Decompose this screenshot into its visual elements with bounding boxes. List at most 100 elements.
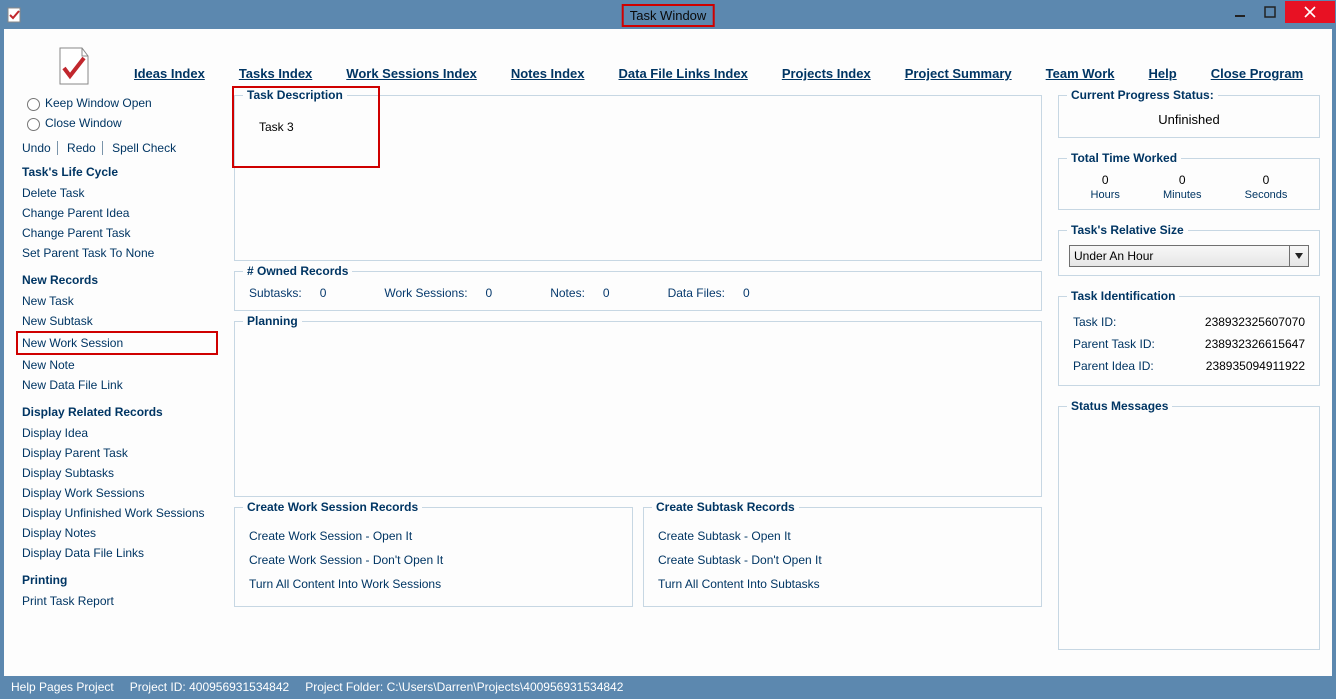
- display-data-file-links[interactable]: Display Data File Links: [22, 543, 218, 563]
- data-files-count: 0: [743, 286, 750, 300]
- parent-task-id-label: Parent Task ID:: [1073, 337, 1155, 351]
- task-description-panel: Task Description Task 3: [234, 95, 1042, 261]
- relative-size-value: Under An Hour: [1074, 249, 1153, 263]
- change-parent-task[interactable]: Change Parent Task: [22, 223, 218, 243]
- time-legend: Total Time Worked: [1067, 151, 1181, 165]
- close-window-label: Close Window: [45, 116, 122, 130]
- hours-label: Hours: [1091, 189, 1120, 201]
- print-task-report[interactable]: Print Task Report: [22, 591, 218, 611]
- parent-idea-id-value: 238935094911922: [1206, 359, 1305, 373]
- status-messages-legend: Status Messages: [1067, 399, 1172, 413]
- status-messages-panel: Status Messages: [1058, 406, 1320, 650]
- progress-status-value: Unfinished: [1069, 110, 1309, 129]
- menu-ideas-index[interactable]: Ideas Index: [134, 66, 205, 81]
- change-parent-idea[interactable]: Change Parent Idea: [22, 203, 218, 223]
- relative-size-select[interactable]: Under An Hour: [1069, 245, 1309, 267]
- chevron-down-icon: [1289, 246, 1308, 266]
- window-title-highlight: Task Window: [622, 4, 715, 27]
- turn-content-st[interactable]: Turn All Content Into Subtasks: [656, 572, 1029, 596]
- menu-help[interactable]: Help: [1149, 66, 1177, 81]
- maximize-button[interactable]: [1255, 1, 1285, 23]
- menu-notes-index[interactable]: Notes Index: [511, 66, 585, 81]
- create-st-dont-open[interactable]: Create Subtask - Don't Open It: [656, 548, 1029, 572]
- footer-project-folder-label: Project Folder:: [305, 680, 383, 694]
- window-title: Task Window: [630, 8, 707, 23]
- new-work-session[interactable]: New Work Session: [16, 331, 218, 355]
- close-window-button[interactable]: [1285, 1, 1335, 23]
- data-files-label: Data Files:: [668, 286, 725, 300]
- seconds-label: Seconds: [1245, 189, 1288, 201]
- task-identification-panel: Task Identification Task ID:238932325607…: [1058, 296, 1320, 386]
- display-work-sessions[interactable]: Display Work Sessions: [22, 483, 218, 503]
- parent-task-id-value: 238932326615647: [1205, 337, 1305, 351]
- spell-check-button[interactable]: Spell Check: [112, 141, 182, 155]
- size-legend: Task's Relative Size: [1067, 223, 1188, 237]
- hours-value: 0: [1091, 173, 1120, 187]
- task-id-value: 238932325607070: [1205, 315, 1305, 329]
- titlebar: Task Window: [1, 1, 1335, 29]
- menu-close-program[interactable]: Close Program: [1211, 66, 1303, 81]
- create-ws-legend: Create Work Session Records: [243, 500, 422, 514]
- create-ws-dont-open[interactable]: Create Work Session - Don't Open It: [247, 548, 620, 572]
- redo-button[interactable]: Redo: [67, 141, 103, 155]
- new-data-file-link[interactable]: New Data File Link: [22, 375, 218, 395]
- new-subtask[interactable]: New Subtask: [22, 311, 218, 331]
- seconds-value: 0: [1245, 173, 1288, 187]
- work-sessions-count: 0: [486, 286, 493, 300]
- set-parent-none[interactable]: Set Parent Task To None: [22, 243, 218, 263]
- subtasks-count: 0: [320, 286, 327, 300]
- task-id-label: Task ID:: [1073, 315, 1116, 329]
- keep-window-open-label: Keep Window Open: [45, 96, 152, 110]
- time-worked-panel: Total Time Worked 0Hours 0Minutes 0Secon…: [1058, 158, 1320, 210]
- lifecycle-heading: Task's Life Cycle: [22, 165, 218, 179]
- task-description-legend: Task Description: [243, 88, 347, 102]
- planning-panel[interactable]: Planning: [234, 321, 1042, 497]
- owned-records-legend: # Owned Records: [243, 264, 352, 278]
- task-description-text[interactable]: Task 3: [259, 120, 1027, 134]
- display-parent-task[interactable]: Display Parent Task: [22, 443, 218, 463]
- work-sessions-label: Work Sessions:: [384, 286, 467, 300]
- minutes-value: 0: [1163, 173, 1202, 187]
- new-task[interactable]: New Task: [22, 291, 218, 311]
- app-logo: [52, 46, 92, 86]
- new-note[interactable]: New Note: [22, 355, 218, 375]
- footer-project-id: 400956931534842: [189, 680, 289, 694]
- notes-count: 0: [603, 286, 610, 300]
- footer-project-id-label: Project ID:: [130, 680, 186, 694]
- app-icon: [7, 7, 23, 23]
- minimize-button[interactable]: [1225, 1, 1255, 23]
- footer-help-pages[interactable]: Help Pages Project: [11, 680, 114, 694]
- menu-work-sessions[interactable]: Work Sessions Index: [346, 66, 477, 81]
- minutes-label: Minutes: [1163, 189, 1202, 201]
- planning-legend: Planning: [243, 314, 302, 328]
- create-work-session-panel: Create Work Session Records Create Work …: [234, 507, 633, 607]
- close-window-radio[interactable]: Close Window: [22, 115, 218, 131]
- owned-records-panel: # Owned Records Subtasks:0 Work Sessions…: [234, 271, 1042, 311]
- create-st-legend: Create Subtask Records: [652, 500, 799, 514]
- relative-size-panel: Task's Relative Size Under An Hour: [1058, 230, 1320, 276]
- menu-projects-index[interactable]: Projects Index: [782, 66, 871, 81]
- progress-legend: Current Progress Status:: [1067, 88, 1218, 102]
- menu-tasks-index[interactable]: Tasks Index: [239, 66, 312, 81]
- create-ws-open[interactable]: Create Work Session - Open It: [247, 524, 620, 548]
- delete-task[interactable]: Delete Task: [22, 183, 218, 203]
- menu-data-files[interactable]: Data File Links Index: [619, 66, 748, 81]
- display-subtasks[interactable]: Display Subtasks: [22, 463, 218, 483]
- menu-project-summary[interactable]: Project Summary: [905, 66, 1012, 81]
- progress-status-panel: Current Progress Status: Unfinished: [1058, 95, 1320, 138]
- subtasks-label: Subtasks:: [249, 286, 302, 300]
- status-bar: Help Pages Project Project ID: 400956931…: [1, 676, 1335, 698]
- undo-button[interactable]: Undo: [22, 141, 58, 155]
- new-records-heading: New Records: [22, 273, 218, 287]
- display-idea[interactable]: Display Idea: [22, 423, 218, 443]
- display-notes[interactable]: Display Notes: [22, 523, 218, 543]
- turn-content-ws[interactable]: Turn All Content Into Work Sessions: [247, 572, 620, 596]
- create-subtask-panel: Create Subtask Records Create Subtask - …: [643, 507, 1042, 607]
- create-st-open[interactable]: Create Subtask - Open It: [656, 524, 1029, 548]
- footer-project-folder: C:\Users\Darren\Projects\400956931534842: [387, 680, 624, 694]
- notes-label: Notes:: [550, 286, 585, 300]
- display-unfinished-ws[interactable]: Display Unfinished Work Sessions: [22, 503, 218, 523]
- menu-team-work[interactable]: Team Work: [1046, 66, 1115, 81]
- parent-idea-id-label: Parent Idea ID:: [1073, 359, 1154, 373]
- keep-window-open-radio[interactable]: Keep Window Open: [22, 95, 218, 111]
